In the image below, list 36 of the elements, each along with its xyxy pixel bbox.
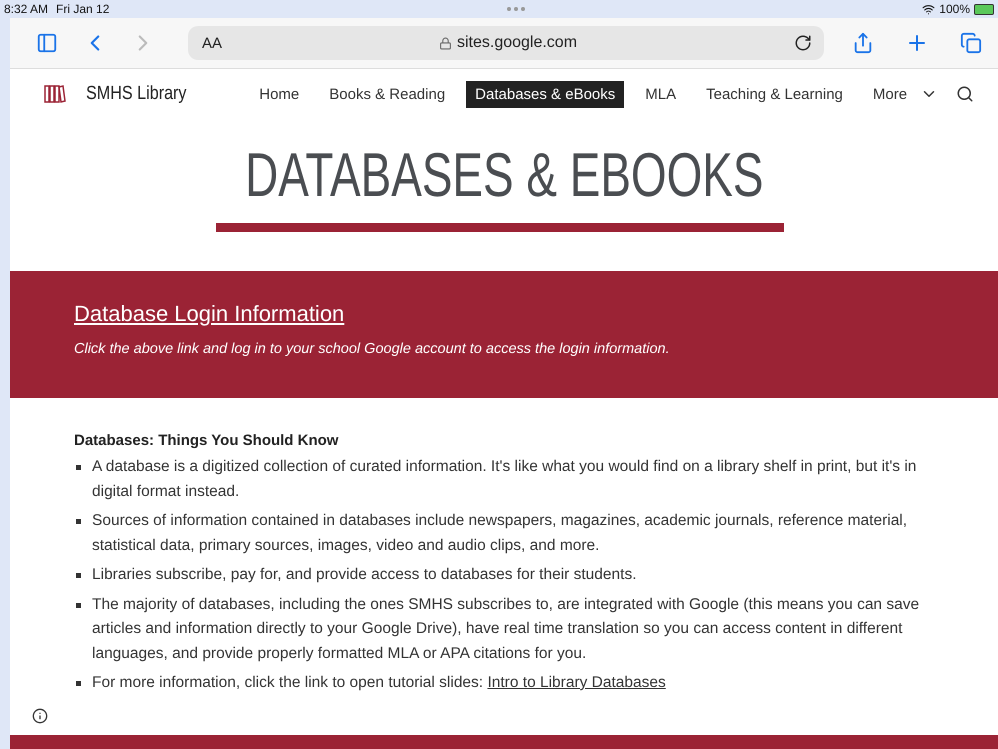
battery-percent: 100% (939, 2, 970, 16)
nav-link[interactable]: MLA (636, 80, 686, 108)
nav-link[interactable]: Teaching & Learning (697, 80, 852, 108)
bullet-icon (76, 573, 81, 578)
page-title: DATABASES & EBOOKS (244, 145, 764, 207)
site-name[interactable]: SMHS Library (86, 83, 187, 105)
bullet-text: Libraries subscribe, pay for, and provide access to databases for their students. (92, 563, 958, 588)
bullet-text: For more information, click the link to open tutorial slides: Intro to Library Databases (92, 671, 958, 696)
bullet-icon (76, 465, 81, 470)
battery-icon (974, 4, 994, 14)
nav-link[interactable]: Databases & eBooks (466, 80, 624, 108)
status-time: 8:32 AM (4, 2, 48, 16)
multitasking-dots-icon[interactable] (506, 7, 525, 11)
url-text: sites.google.com (456, 34, 578, 52)
wifi-icon (922, 2, 936, 16)
nav-link[interactable]: More (864, 80, 916, 108)
nav-link[interactable]: Home (250, 80, 308, 108)
bullet-text: The majority of databases, including the ones SMHS subscribes to, are integrated with Google (this means you can save articles and information directly to your Google Drive), have real time translation so you can access content in different languages, and provide properly formatted MLA or APA citations for you. (92, 592, 958, 666)
bullet-icon (76, 602, 81, 608)
bullet-icon (76, 681, 81, 686)
tutorial-link[interactable]: Intro to Library Databases (487, 674, 666, 691)
banner-note: Click the above link and log in to your school Google account to access the login information. (74, 341, 671, 357)
bullet-text: A database is a digitized collection of curated information. It's like what you would find on a library shelf in print, but it's in digital format instead. (92, 455, 958, 504)
reload-icon[interactable] (794, 34, 812, 52)
bullet-icon (76, 519, 81, 524)
books-logo-icon (44, 85, 66, 103)
info-icon[interactable] (32, 708, 48, 724)
lock-icon (438, 36, 452, 50)
address-bar[interactable]: AA sites.google.com (188, 26, 824, 60)
login-link[interactable]: Database Login Information (74, 301, 344, 327)
search-icon[interactable] (956, 85, 974, 103)
section-heading: Databases: Things You Should Know (74, 432, 340, 449)
nav-link[interactable]: Books & Reading (320, 80, 454, 108)
bullet-text: Sources of information contained in databases include newspapers, magazines, academic journals, reference material, statistical data, primary sources, images, video and audio clips, and more. (92, 509, 958, 558)
status-date: Fri Jan 12 (56, 2, 110, 16)
text-size-button[interactable]: AA (202, 34, 222, 52)
